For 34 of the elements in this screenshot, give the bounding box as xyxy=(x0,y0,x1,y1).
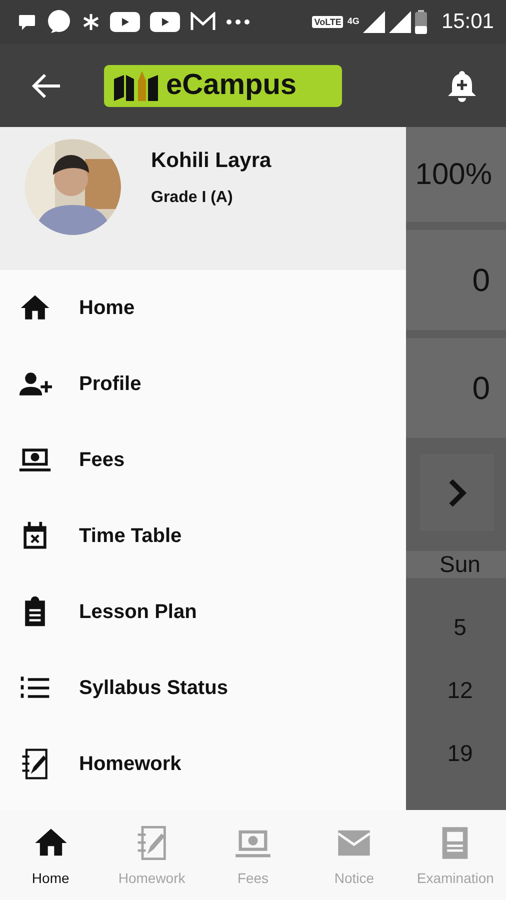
weekday-header: Sun xyxy=(406,551,506,578)
user-class: Grade I (A) xyxy=(151,188,234,206)
calendar-date: 12 xyxy=(446,677,474,704)
calendar-date: 19 xyxy=(446,740,474,767)
menu-item[interactable]: Profile xyxy=(0,346,406,422)
user-name: Kohili Layra xyxy=(151,148,272,172)
play-icon xyxy=(150,12,180,32)
chevron-right-icon xyxy=(447,478,467,508)
chat-bubble-icon xyxy=(46,9,72,35)
more-icon xyxy=(226,19,250,25)
play-icon xyxy=(110,12,140,32)
signal-icon xyxy=(389,11,412,33)
battery-icon xyxy=(415,10,428,34)
bell-plus-icon[interactable] xyxy=(446,68,478,102)
volte-badge: VoLTE xyxy=(312,16,344,28)
stat-card: 0 xyxy=(406,338,506,438)
calendar-date: 5 xyxy=(452,614,468,641)
stat-card: 100% xyxy=(406,127,506,222)
next-button[interactable] xyxy=(420,454,494,531)
menu-item[interactable]: Home xyxy=(0,270,406,346)
menu-item[interactable]: Syllabus Status xyxy=(0,650,406,726)
menu-item[interactable]: Homework xyxy=(0,726,406,802)
menu-item[interactable]: Fees xyxy=(0,422,406,498)
signal-icon xyxy=(363,11,386,33)
stat-card: 0 xyxy=(406,230,506,330)
logo-text: eCampus xyxy=(166,69,297,102)
menu-item[interactable]: Lesson Plan xyxy=(0,574,406,650)
back-arrow-icon[interactable] xyxy=(30,72,62,100)
message-icon xyxy=(18,14,36,30)
network-type: 4G xyxy=(347,16,360,26)
menu-item[interactable]: Time Table xyxy=(0,498,406,574)
clock-time: 15:01 xyxy=(441,10,494,34)
nav-tab[interactable]: Home xyxy=(0,810,102,900)
mail-icon xyxy=(190,12,216,32)
